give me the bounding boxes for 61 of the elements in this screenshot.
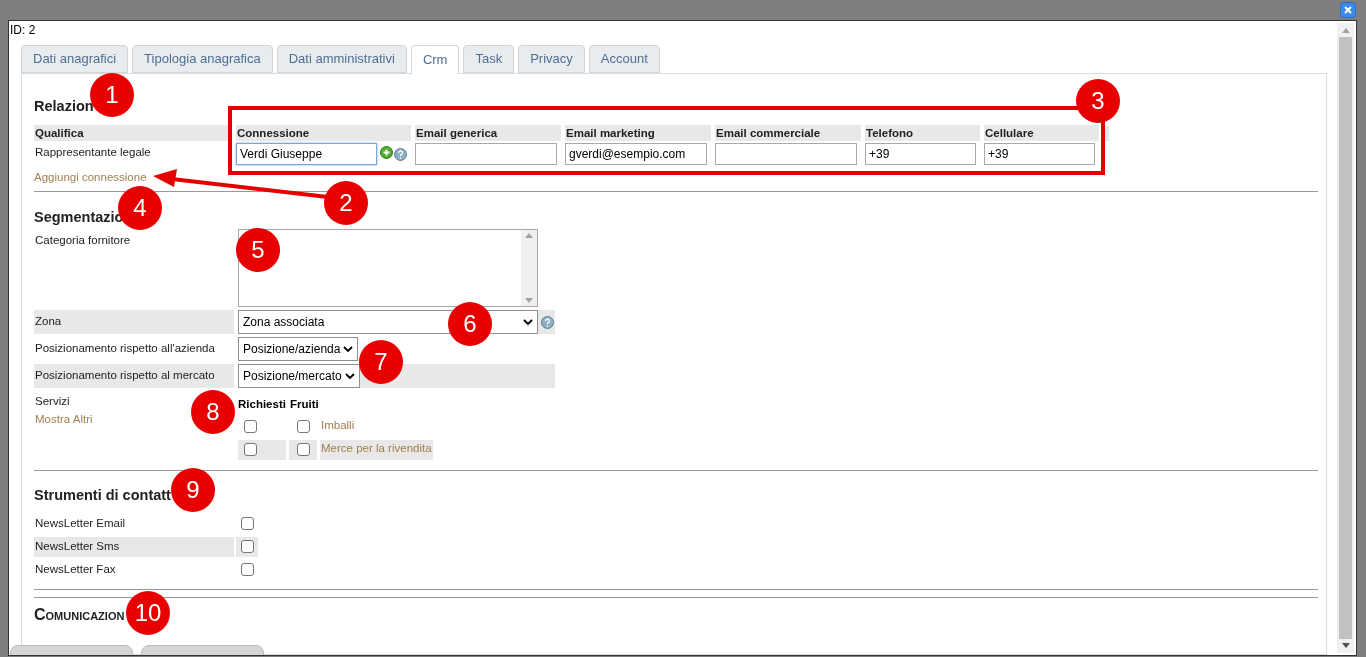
tab[interactable]: Task xyxy=(463,45,515,73)
column-header: Richiesti xyxy=(238,397,286,413)
checkbox[interactable] xyxy=(244,420,257,433)
tab[interactable]: Dati anagrafici xyxy=(21,45,129,73)
close-icon xyxy=(1344,6,1352,14)
column-header: Email marketing xyxy=(565,125,711,141)
field-label: Zona xyxy=(34,310,234,335)
checkbox[interactable] xyxy=(296,420,310,433)
checkbox[interactable] xyxy=(240,540,254,553)
column-header: Fruiti xyxy=(289,397,319,413)
column-header: Email commerciale xyxy=(715,125,861,141)
dropdown[interactable]: Posizione/azienda xyxy=(238,337,359,362)
scroll-down-icon[interactable] xyxy=(1341,643,1350,648)
field-label: NewsLetter Fax xyxy=(34,561,117,577)
input-field[interactable]: +39 xyxy=(865,143,976,165)
field-label: NewsLetter Sms xyxy=(34,536,234,557)
tab[interactable]: Dati amministrativi xyxy=(276,45,407,73)
field-label: Categoria fornitore xyxy=(34,233,132,249)
help-icon[interactable] xyxy=(394,147,407,161)
checkbox[interactable] xyxy=(240,563,254,576)
checkbox[interactable] xyxy=(240,517,254,530)
column-header: Cellulare xyxy=(984,125,1099,141)
field-label: NewsLetter Email xyxy=(34,515,127,531)
tab[interactable]: Account xyxy=(588,45,660,73)
column-header: Email generica xyxy=(415,125,561,141)
add-icon[interactable] xyxy=(380,145,393,159)
field-label: Posizionamento rispetto al mercato xyxy=(34,364,234,389)
scrollbar[interactable] xyxy=(521,230,537,307)
section-title: Strumenti di contatt xyxy=(34,485,171,505)
field-label: Servizi xyxy=(35,394,71,410)
input-field[interactable]: gverdi@esempio.com xyxy=(565,143,707,165)
checkbox[interactable] xyxy=(296,443,310,456)
scrollbar-thumb[interactable] xyxy=(1339,37,1352,639)
service-link[interactable]: Imballi xyxy=(320,416,356,434)
dropdown[interactable]: Posizione/mercato xyxy=(238,364,360,389)
field-label: Posizionamento rispetto all'azienda xyxy=(34,341,216,357)
caret-icon xyxy=(523,318,533,326)
add-connection-link[interactable]: Aggiungi connessione xyxy=(34,169,147,187)
section-title: Comunicazion xyxy=(34,604,125,625)
tab[interactable]: Privacy xyxy=(518,45,585,73)
show-more-link[interactable]: Mostra Altri xyxy=(35,410,93,428)
dialog-id: ID: 2 xyxy=(9,22,37,39)
input-field[interactable] xyxy=(415,143,557,165)
column-header: Connessione xyxy=(236,125,411,141)
close-button[interactable] xyxy=(1340,2,1356,18)
caret-icon xyxy=(344,372,355,380)
tab[interactable]: Crm xyxy=(410,45,460,74)
tab[interactable]: Tipologia anagrafica xyxy=(132,45,273,73)
section-title: Segmentazio xyxy=(34,208,124,228)
input-field[interactable]: +39 xyxy=(984,143,1095,165)
caret-icon xyxy=(343,345,354,353)
scroll-up-icon[interactable] xyxy=(525,233,533,239)
column-header: Telefono xyxy=(865,125,980,141)
table-cell-text: Rappresentante legale xyxy=(34,145,152,160)
input-field[interactable] xyxy=(715,143,857,165)
help-icon[interactable] xyxy=(541,315,554,329)
checkbox[interactable] xyxy=(244,443,257,456)
scroll-up-icon[interactable] xyxy=(1341,28,1350,33)
list-box[interactable] xyxy=(238,229,538,308)
scrollbar[interactable] xyxy=(1337,23,1354,653)
input-field[interactable]: Verdi Giuseppe xyxy=(236,143,377,165)
